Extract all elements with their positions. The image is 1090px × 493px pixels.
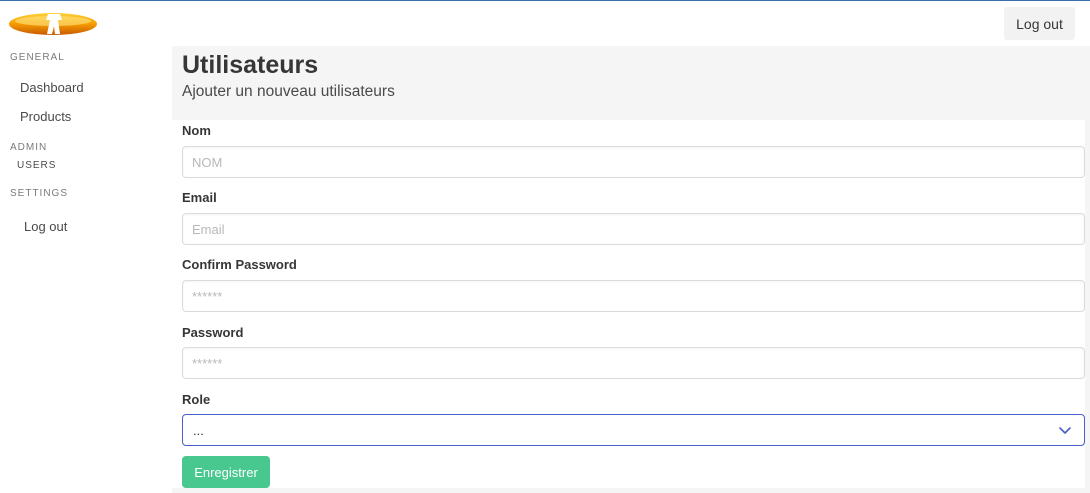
- confirm-password-input[interactable]: [182, 280, 1085, 312]
- sidebar-item-logout[interactable]: Log out: [24, 219, 67, 234]
- logout-button[interactable]: Log out: [1004, 7, 1075, 40]
- menu-label-settings: Settings: [10, 188, 69, 199]
- password-input[interactable]: [182, 347, 1085, 379]
- nom-input[interactable]: [182, 146, 1085, 178]
- page-title: Utilisateurs: [182, 51, 319, 79]
- top-navbar: Log out: [0, 0, 1090, 46]
- confirm-password-label: Confirm Password: [182, 257, 297, 272]
- email-input[interactable]: [182, 213, 1085, 245]
- page-hero: Utilisateurs Ajouter un nouveau utilisat…: [172, 46, 1085, 120]
- nom-label: Nom: [182, 123, 211, 138]
- role-label: Role: [182, 392, 211, 407]
- menu-label-general: General: [10, 52, 65, 63]
- page-subtitle: Ajouter un nouveau utilisateurs: [182, 83, 395, 100]
- add-user-form: Nom Email Confirm Password Password Role…: [172, 120, 1085, 488]
- chevron-down-icon: [1059, 427, 1071, 434]
- sidebar-menu: General Dashboard Products Admin Users S…: [0, 46, 172, 493]
- menu-label-admin: Admin: [10, 142, 48, 153]
- sidebar-item-users[interactable]: Users: [17, 160, 56, 171]
- main-content: Utilisateurs Ajouter un nouveau utilisat…: [172, 46, 1090, 493]
- submit-button[interactable]: Enregistrer: [182, 456, 270, 488]
- role-select-value: ...: [193, 423, 204, 438]
- password-label: Password: [182, 325, 244, 340]
- sidebar-item-products[interactable]: Products: [20, 109, 71, 124]
- brand-logo[interactable]: [8, 10, 98, 38]
- role-select[interactable]: ...: [182, 414, 1085, 446]
- sidebar-item-dashboard[interactable]: Dashboard: [20, 80, 84, 95]
- email-label: Email: [182, 190, 217, 205]
